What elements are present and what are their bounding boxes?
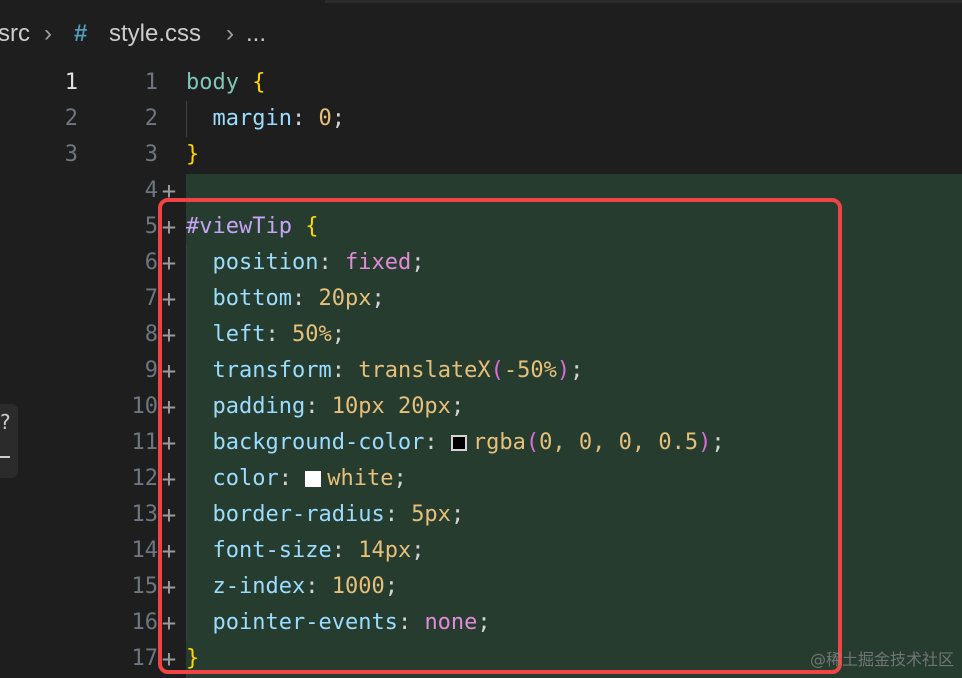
diff-added-marker: + xyxy=(161,537,177,565)
css-selector: #viewTip xyxy=(186,214,292,239)
right-line-number: 16 xyxy=(131,610,159,635)
diff-added-marker: + xyxy=(161,213,177,241)
css-value: 50% xyxy=(291,322,332,347)
code-line-15[interactable]: z-index: 1000; xyxy=(186,569,398,605)
css-property: position xyxy=(212,250,319,275)
diff-added-marker: + xyxy=(161,285,177,313)
tab-bar-edge xyxy=(325,0,962,3)
right-line-number: 14 xyxy=(131,538,159,563)
side-panel-toggle[interactable]: ? xyxy=(0,404,18,478)
css-property: background-color xyxy=(212,430,425,455)
diff-added-marker: + xyxy=(161,465,177,493)
code-line-9[interactable]: transform: translateX(-50%); xyxy=(186,353,584,389)
code-line-13[interactable]: border-radius: 5px; xyxy=(186,497,465,533)
code-line-3[interactable]: } xyxy=(186,137,199,173)
left-line-number: 1 xyxy=(64,70,78,95)
breadcrumb-file[interactable]: style.css xyxy=(109,18,201,50)
css-property: padding xyxy=(212,394,306,419)
code-line-16[interactable]: pointer-events: none; xyxy=(186,605,491,641)
css-property: color xyxy=(212,466,279,491)
css-value: 5px xyxy=(411,502,451,527)
diff-added-marker: + xyxy=(161,321,177,349)
css-value: 14px xyxy=(358,538,412,563)
code-line-14[interactable]: font-size: 14px; xyxy=(186,533,425,569)
diff-added-marker: + xyxy=(161,249,177,277)
code-line-1[interactable]: body { xyxy=(186,65,265,101)
right-line-number: 11 xyxy=(131,430,159,455)
code-line-2[interactable]: margin: 0; xyxy=(186,101,345,137)
css-value: 10px 20px xyxy=(331,394,451,419)
css-property: bottom xyxy=(212,286,292,311)
css-function-arg: -50% xyxy=(503,358,557,383)
diff-added-marker: + xyxy=(161,609,177,637)
css-property: transform xyxy=(212,358,332,383)
left-line-number: 3 xyxy=(64,142,78,167)
question-icon: ? xyxy=(0,410,11,434)
brace: } xyxy=(186,646,200,671)
right-line-number: 3 xyxy=(144,142,158,167)
breadcrumb-more[interactable]: ... xyxy=(246,18,266,50)
css-value: fixed xyxy=(344,250,412,275)
right-line-number: 4 xyxy=(144,178,158,203)
color-swatch-icon[interactable] xyxy=(305,471,322,487)
brace: } xyxy=(186,142,200,167)
diff-added-marker: + xyxy=(161,177,177,205)
code-line-6[interactable]: position: fixed; xyxy=(186,245,425,281)
right-line-number: 8 xyxy=(144,322,158,347)
chevron-right-icon: › xyxy=(226,20,234,47)
right-line-number: 12 xyxy=(131,466,159,491)
right-line-number: 6 xyxy=(144,250,158,275)
diff-added-marker: + xyxy=(161,393,177,421)
css-function: rgba xyxy=(472,430,526,455)
brace: { xyxy=(305,214,319,239)
css-property: pointer-events xyxy=(212,610,398,635)
css-property: z-index xyxy=(212,574,306,599)
right-line-number: 10 xyxy=(131,394,159,419)
code-line-8[interactable]: left: 50%; xyxy=(186,317,345,353)
brace: { xyxy=(252,70,266,95)
diff-added-marker: + xyxy=(161,357,177,385)
diff-added-marker: + xyxy=(161,573,177,601)
diff-added-marker: + xyxy=(161,501,177,529)
right-line-number: 1 xyxy=(144,70,158,95)
code-line-11[interactable]: background-color: rgba(0, 0, 0, 0.5); xyxy=(186,425,725,461)
code-line-17[interactable]: } xyxy=(186,641,199,677)
diff-added-marker: + xyxy=(161,645,177,673)
right-line-number: 9 xyxy=(144,358,158,383)
right-line-number: 17 xyxy=(131,646,159,671)
right-line-number: 5 xyxy=(144,214,158,239)
css-property: left xyxy=(212,322,266,347)
dash-icon xyxy=(0,456,10,458)
right-line-number: 7 xyxy=(144,286,158,311)
css-property: border-radius xyxy=(212,502,385,527)
css-value: white xyxy=(327,466,394,491)
breadcrumb: src › # style.css › ... xyxy=(0,0,962,64)
right-line-number: 15 xyxy=(131,574,159,599)
css-function: translateX xyxy=(358,358,491,383)
css-value: none xyxy=(424,610,478,635)
css-value: 20px xyxy=(318,286,372,311)
breadcrumb-folder[interactable]: src xyxy=(0,18,30,50)
chevron-right-icon: › xyxy=(44,20,52,47)
right-line-number: 13 xyxy=(131,502,159,527)
code-line-12[interactable]: color: white; xyxy=(186,461,407,497)
css-value: 0 xyxy=(318,106,332,131)
hash-icon: # xyxy=(74,20,88,47)
diff-added-marker: + xyxy=(161,429,177,457)
css-value: 1000 xyxy=(331,574,385,599)
css-selector: body xyxy=(186,70,239,95)
color-swatch-icon[interactable] xyxy=(450,435,467,451)
code-line-10[interactable]: padding: 10px 20px; xyxy=(186,389,465,425)
code-line-5[interactable]: #viewTip { xyxy=(186,209,318,245)
watermark: @稀土掘金技术社区 xyxy=(809,650,954,669)
code-line-7[interactable]: bottom: 20px; xyxy=(186,281,385,317)
css-property: font-size xyxy=(212,538,332,563)
right-line-number: 2 xyxy=(144,106,158,131)
css-property: margin xyxy=(212,106,292,131)
left-line-number: 2 xyxy=(64,106,78,131)
css-function-arg: 0, 0, 0, 0.5 xyxy=(539,430,699,455)
